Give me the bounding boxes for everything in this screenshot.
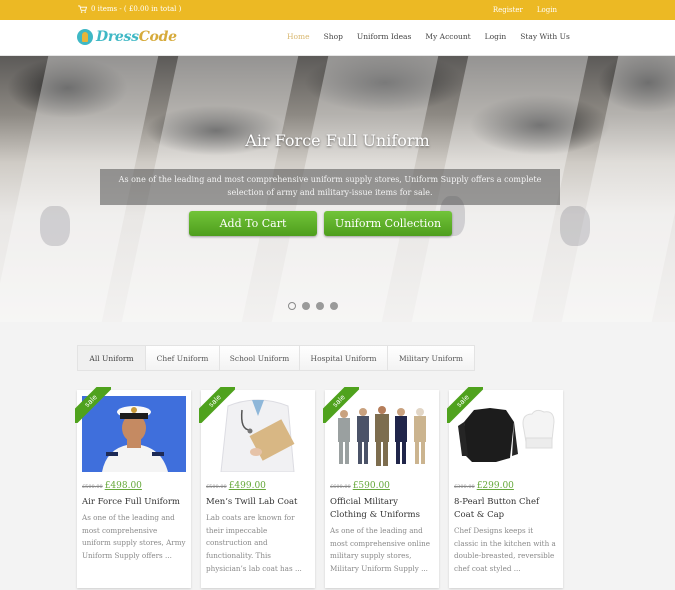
hero-image-detail <box>40 206 70 246</box>
nav-login[interactable]: Login <box>485 32 507 41</box>
product-price[interactable]: £498.00 <box>105 481 142 491</box>
sale-badge-label: sale <box>323 387 359 423</box>
sale-badge-label: sale <box>447 387 483 423</box>
product-card[interactable]: sale £600.00 £590.00 Official Military C… <box>323 387 439 588</box>
product-old-price: £500.00 <box>82 484 103 490</box>
slider-dot[interactable] <box>302 302 310 310</box>
product-card[interactable]: sale £300.00 £299.00 8-Pearl Button Chef… <box>447 387 563 588</box>
nav-my-account[interactable]: My Account <box>425 32 470 41</box>
product-name[interactable]: Men’s Twill Lab Coat <box>206 496 310 509</box>
category-tabs: All Uniform Chef Uniform School Uniform … <box>77 345 475 371</box>
logo-text-dress: Dress <box>96 29 139 45</box>
sale-badge-label: sale <box>199 387 235 423</box>
nav-shop[interactable]: Shop <box>324 32 343 41</box>
logo-text-code: Code <box>138 29 177 45</box>
sale-badge: sale <box>323 387 359 423</box>
slider-dot[interactable] <box>316 302 324 310</box>
cart-icon <box>78 5 87 13</box>
sale-badge: sale <box>199 387 235 423</box>
product-old-price: £300.00 <box>454 484 475 490</box>
add-to-cart-button[interactable]: Add To Cart <box>189 211 317 236</box>
nav-uniform-ideas[interactable]: Uniform Ideas <box>357 32 411 41</box>
product-description: As one of the leading and most comprehen… <box>82 513 186 561</box>
product-old-price: £500.00 <box>206 484 227 490</box>
product-price[interactable]: £499.00 <box>229 481 266 491</box>
register-link[interactable]: Register <box>493 6 523 14</box>
mini-cart[interactable]: 0 items - ( £0.00 in total ) <box>78 5 181 13</box>
product-grid: sale £500.00 £498.00 Air Force Full Unif… <box>75 387 563 588</box>
product-name[interactable]: Air Force Full Uniform <box>82 496 186 509</box>
hero-image-detail <box>560 206 590 246</box>
cart-summary[interactable]: 0 items - ( £0.00 in total ) <box>91 5 181 13</box>
sale-badge: sale <box>447 387 483 423</box>
product-price[interactable]: £590.00 <box>353 481 390 491</box>
product-description: As one of the leading and most comprehen… <box>330 526 430 574</box>
tab-all-uniform[interactable]: All Uniform <box>78 346 146 370</box>
product-card[interactable]: sale £500.00 £498.00 Air Force Full Unif… <box>75 387 191 588</box>
uniform-collection-button[interactable]: Uniform Collection <box>324 211 452 236</box>
hero-title: Air Force Full Uniform <box>245 131 430 150</box>
tab-hospital-uniform[interactable]: Hospital Uniform <box>300 346 388 370</box>
slider-pagination <box>288 302 338 310</box>
top-login-link[interactable]: Login <box>537 6 557 14</box>
product-card[interactable]: sale £500.00 £499.00 Men’s Twill Lab Coa… <box>199 387 315 588</box>
product-description: Chef Designs keeps it classic in the kit… <box>454 526 556 574</box>
site-header: DressCode Home Shop Uniform Ideas My Acc… <box>0 20 675 56</box>
nav-home[interactable]: Home <box>287 32 310 41</box>
nav-stay-with-us[interactable]: Stay With Us <box>520 32 570 41</box>
hero-description: As one of the leading and most comprehen… <box>100 169 560 205</box>
product-price[interactable]: £299.00 <box>477 481 514 491</box>
product-name[interactable]: Official Military Clothing & Uniforms <box>330 496 434 522</box>
product-old-price: £600.00 <box>330 484 351 490</box>
product-description: Lab coats are known for their impeccable… <box>206 513 302 573</box>
top-bar: 0 items - ( £0.00 in total ) Register Lo… <box>0 0 675 20</box>
tab-school-uniform[interactable]: School Uniform <box>220 346 300 370</box>
hero-slider: Air Force Full Uniform As one of the lea… <box>0 56 675 322</box>
sale-badge-label: sale <box>75 387 111 423</box>
dress-logo-icon <box>77 29 93 45</box>
sale-badge: sale <box>75 387 111 423</box>
site-logo[interactable]: DressCode <box>77 29 177 45</box>
slider-dot[interactable] <box>330 302 338 310</box>
product-name[interactable]: 8-Pearl Button Chef Coat & Cap <box>454 496 558 522</box>
tab-military-uniform[interactable]: Military Uniform <box>388 346 474 370</box>
main-nav: Home Shop Uniform Ideas My Account Login… <box>287 32 570 41</box>
tab-chef-uniform[interactable]: Chef Uniform <box>146 346 220 370</box>
slider-dot[interactable] <box>288 302 296 310</box>
